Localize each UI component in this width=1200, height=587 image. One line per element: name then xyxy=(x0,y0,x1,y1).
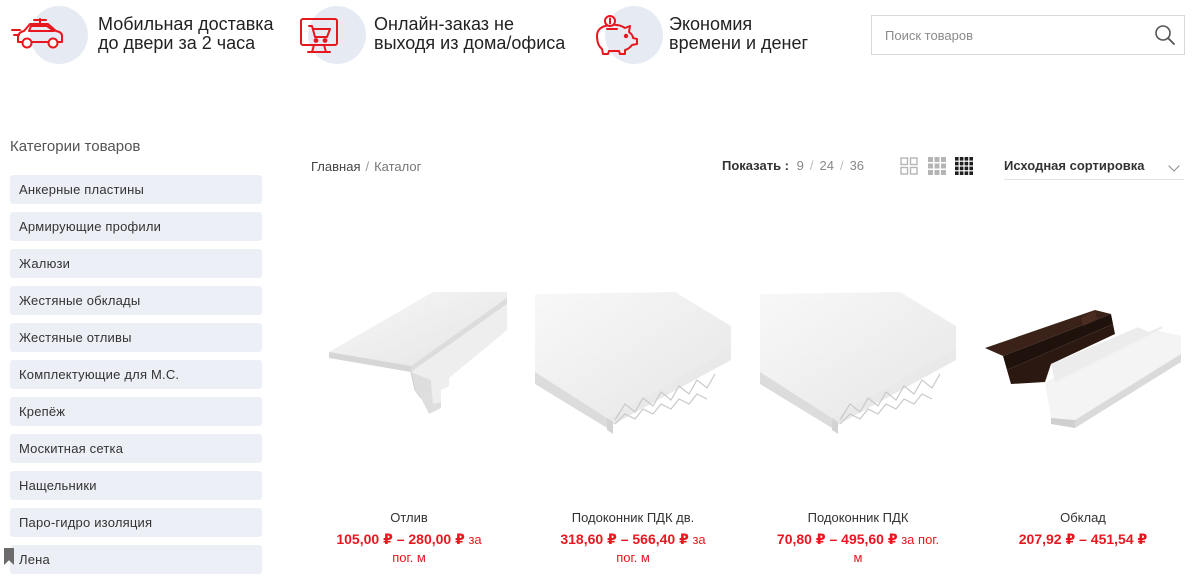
feature-line-2: выходя из дома/офиса xyxy=(374,33,566,53)
breadcrumb: Главная / Каталог xyxy=(311,159,421,174)
category-item[interactable]: Жалюзи xyxy=(10,249,262,278)
breadcrumb-current: Каталог xyxy=(374,159,422,174)
grid-4-icon[interactable] xyxy=(955,157,973,175)
price-range: 105,00 ₽ – 280,00 ₽ xyxy=(336,531,465,547)
category-item[interactable]: Армирующие профили xyxy=(10,212,262,241)
product-card[interactable]: Подоконник ПДК дв. 318,60 ₽ – 566,40 ₽ з… xyxy=(535,290,731,567)
price-range: 207,92 ₽ – 451,54 ₽ xyxy=(1018,531,1148,547)
category-item[interactable]: Москитная сетка xyxy=(10,434,262,463)
product-name[interactable]: Подоконник ПДК дв. xyxy=(535,510,731,528)
price-unit: пог. м xyxy=(616,550,650,565)
feature-text: Экономия времени и денег xyxy=(669,15,808,53)
product-name[interactable]: Подоконник ПДК xyxy=(760,510,956,528)
category-item[interactable]: Паро-гидро изоляция xyxy=(10,508,262,537)
feature-line-1: Онлайн-заказ не xyxy=(374,14,514,34)
price-unit: пог. м xyxy=(392,550,426,565)
feature-text: Онлайн-заказ не выходя из дома/офиса xyxy=(374,15,565,53)
feature-delivery: Мобильная доставка до двери за 2 часа xyxy=(10,6,280,64)
category-item[interactable]: Жестяные отливы xyxy=(10,323,262,352)
category-sidebar: Категории товаров Анкерные пластины Арми… xyxy=(10,138,262,582)
category-title: Категории товаров xyxy=(10,138,141,155)
grid-2-icon[interactable] xyxy=(900,157,918,175)
grid-3-icon[interactable] xyxy=(928,157,946,175)
per-page-separator: / xyxy=(809,158,814,173)
price-range: 318,60 ₽ – 566,40 ₽ xyxy=(560,531,689,547)
feature-line-2: времени и денег xyxy=(669,33,809,53)
feature-line-1: Экономия xyxy=(669,14,753,34)
feature-line-1: Мобильная доставка xyxy=(98,14,274,34)
per-page-option[interactable]: 9 xyxy=(797,158,804,173)
chevron-down-icon xyxy=(1168,160,1180,172)
price-range: 70,80 ₽ – 495,60 ₽ xyxy=(776,531,898,547)
price-unit: за xyxy=(688,532,706,547)
product-price: 207,92 ₽ – 451,54 ₽ xyxy=(985,530,1181,549)
product-price: 105,00 ₽ – 280,00 ₽ за пог. м xyxy=(311,530,507,567)
product-name[interactable]: Обклад xyxy=(985,510,1181,528)
search-input[interactable] xyxy=(872,16,1142,54)
category-item[interactable]: Жестяные обклады xyxy=(10,286,262,315)
feature-line-2: до двери за 2 часа xyxy=(98,33,256,53)
product-card[interactable]: Обклад 207,92 ₽ – 451,54 ₽ xyxy=(985,290,1181,549)
product-image-pvc-sill[interactable] xyxy=(760,290,956,450)
feature-text: Мобильная доставка до двери за 2 часа xyxy=(98,15,274,53)
online-cart-icon xyxy=(300,18,338,53)
category-item[interactable]: Крепёж xyxy=(10,397,262,426)
sort-dropdown[interactable]: Исходная сортировка xyxy=(1004,152,1184,180)
product-name[interactable]: Отлив xyxy=(311,510,507,528)
product-card[interactable]: Отлив 105,00 ₽ – 280,00 ₽ за пог. м xyxy=(311,290,507,567)
product-price: 70,80 ₽ – 495,60 ₽ за пог. м xyxy=(760,530,956,567)
price-unit: за пог. xyxy=(897,532,940,547)
per-page-option[interactable]: 24 xyxy=(819,158,833,173)
category-item[interactable]: Лена xyxy=(10,545,262,574)
breadcrumb-home-link[interactable]: Главная xyxy=(311,159,360,174)
search-box xyxy=(871,15,1185,55)
category-item[interactable]: Нащельники xyxy=(10,471,262,500)
price-unit: м xyxy=(853,550,863,565)
search-icon[interactable] xyxy=(1152,22,1178,48)
breadcrumb-separator: / xyxy=(365,159,370,174)
feature-online-order: Онлайн-заказ не выходя из дома/офиса xyxy=(288,6,578,64)
price-unit: за xyxy=(464,532,482,547)
feature-savings: Экономия времени и денег xyxy=(585,6,845,64)
per-page-selector: Показать : 9 / 24 / 36 xyxy=(722,158,864,173)
product-image-windowsill-drip[interactable] xyxy=(311,290,507,450)
sort-selected: Исходная сортировка xyxy=(1004,158,1145,173)
piggy-bank-icon xyxy=(596,15,638,55)
category-item[interactable]: Анкерные пластины xyxy=(10,175,262,204)
product-image-slope-trim[interactable] xyxy=(985,290,1181,450)
category-item[interactable]: Комплектующие для М.С. xyxy=(10,360,262,389)
delivery-car-icon xyxy=(11,18,63,49)
product-image-pvc-sill-double[interactable] xyxy=(535,290,731,450)
product-price: 318,60 ₽ – 566,40 ₽ за пог. м xyxy=(535,530,731,567)
bookmark-icon[interactable] xyxy=(4,548,14,565)
per-page-option[interactable]: 36 xyxy=(850,158,864,173)
product-card[interactable]: Подоконник ПДК 70,80 ₽ – 495,60 ₽ за пог… xyxy=(760,290,956,567)
category-list: Анкерные пластины Армирующие профили Жал… xyxy=(10,175,262,574)
per-page-label: Показать : xyxy=(722,158,789,173)
per-page-separator: / xyxy=(839,158,844,173)
